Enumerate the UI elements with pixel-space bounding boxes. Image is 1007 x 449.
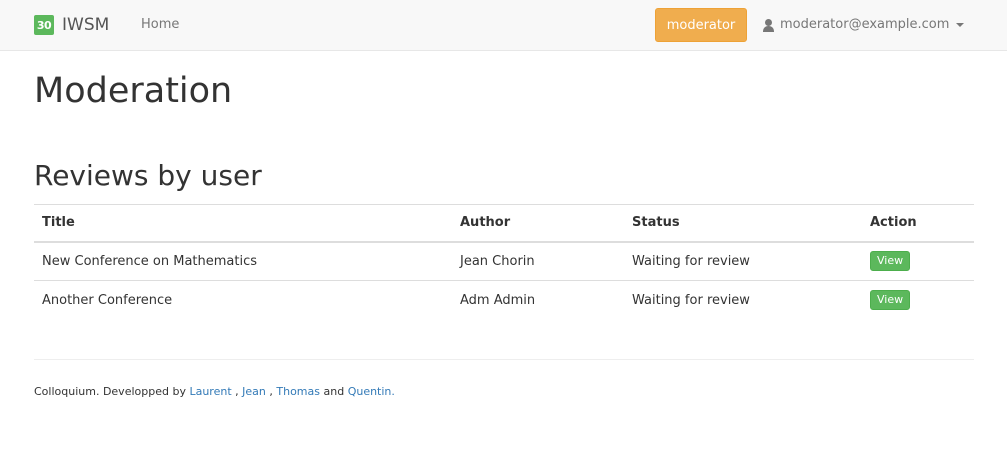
table-row: Another Conference Adm Admin Waiting for…: [34, 281, 974, 320]
table-header-row: Title Author Status Action: [34, 204, 974, 242]
top-navbar: 30 IWSM Home moderator moderator@example…: [0, 0, 1007, 51]
table-row: New Conference on Mathematics Jean Chori…: [34, 242, 974, 281]
footer-divider: [34, 359, 974, 360]
user-menu-dropdown[interactable]: moderator@example.com: [762, 17, 965, 33]
page-title: Moderation: [34, 71, 233, 111]
footer-link-jean[interactable]: Jean: [242, 385, 266, 398]
row-status: Waiting for review: [632, 253, 750, 269]
footer: Colloquium. Developped by Laurent , Jean…: [34, 384, 395, 399]
row-author: Jean Chorin: [460, 253, 535, 269]
row-status: Waiting for review: [632, 292, 750, 308]
row-action-cell: View: [862, 281, 974, 320]
row-title: Another Conference: [42, 292, 173, 308]
column-header-action: Action: [870, 215, 917, 231]
footer-separator: ,: [231, 385, 243, 398]
row-title: New Conference on Mathematics: [42, 253, 258, 269]
user-email: moderator@example.com: [780, 17, 950, 32]
nav-home-link[interactable]: Home: [141, 17, 179, 33]
footer-link-laurent[interactable]: Laurent: [189, 385, 231, 398]
view-button[interactable]: View: [870, 251, 911, 272]
brand-logo-icon: 30: [34, 15, 54, 35]
column-header-author: Author: [460, 215, 511, 231]
footer-link-quentin[interactable]: Quentin.: [348, 385, 395, 398]
section-title: Reviews by user: [34, 159, 262, 192]
row-author: Adm Admin: [460, 292, 536, 308]
brand-link[interactable]: 30 IWSM: [34, 15, 109, 35]
view-button[interactable]: View: [870, 290, 911, 311]
footer-link-thomas[interactable]: Thomas: [276, 385, 320, 398]
footer-separator: and: [319, 385, 348, 398]
reviews-table: Title Author Status Action New Conferenc…: [34, 204, 974, 320]
caret-down-icon: [956, 23, 965, 27]
row-action-cell: View: [862, 242, 974, 281]
user-icon: [762, 18, 775, 32]
role-moderator-button[interactable]: moderator: [655, 8, 747, 42]
column-header-status: Status: [632, 215, 680, 231]
footer-prefix: Colloquium. Developped by: [34, 385, 190, 398]
column-header-title: Title: [42, 215, 75, 231]
brand-name: IWSM: [62, 15, 110, 35]
footer-separator: ,: [265, 385, 277, 398]
